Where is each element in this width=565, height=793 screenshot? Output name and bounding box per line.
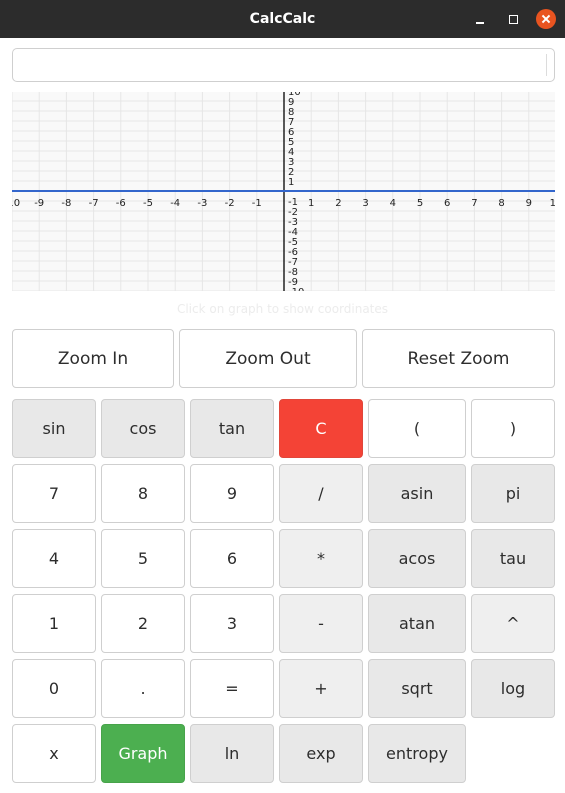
x-tick-label: 3 [362, 198, 368, 209]
graph-hint: Click on graph to show coordinates [176, 302, 389, 316]
asin-button[interactable]: asin [368, 464, 466, 523]
x-tick-label: -1 [252, 198, 262, 209]
power-button[interactable]: ^ [471, 594, 555, 653]
x-tick-label: -5 [143, 198, 153, 209]
x-tick-label: -3 [197, 198, 207, 209]
graph-button[interactable]: Graph [101, 724, 185, 783]
x-tick-label: -6 [116, 198, 126, 209]
close-icon[interactable] [536, 9, 556, 29]
minus-button[interactable]: - [279, 594, 363, 653]
zoom-in-button[interactable]: Zoom In [12, 329, 174, 388]
divide-button[interactable]: / [279, 464, 363, 523]
digit-2-button[interactable]: 2 [101, 594, 185, 653]
x-tick-label: 9 [526, 198, 532, 209]
graph-canvas[interactable]: -10-9-8-7-6-5-4-3-2-11234567891010987654… [12, 92, 555, 291]
x-tick-label: 8 [498, 198, 504, 209]
y-tick-label: -10 [288, 287, 304, 291]
sqrt-button[interactable]: sqrt [368, 659, 466, 718]
entropy-button[interactable]: entropy [368, 724, 466, 783]
maximize-icon[interactable] [503, 9, 523, 29]
x-tick-label: -9 [34, 198, 44, 209]
multiply-button[interactable]: * [279, 529, 363, 588]
zoom-out-button[interactable]: Zoom Out [179, 329, 357, 388]
atan-button[interactable]: atan [368, 594, 466, 653]
equals-button[interactable]: = [190, 659, 274, 718]
clear-button[interactable]: C [279, 399, 363, 458]
cos-button[interactable]: cos [101, 399, 185, 458]
y-tick-label: 1 [288, 177, 294, 188]
log-button[interactable]: log [471, 659, 555, 718]
x-tick-label: -2 [225, 198, 235, 209]
x-tick-label: 4 [390, 198, 396, 209]
tau-button[interactable]: tau [471, 529, 555, 588]
sin-button[interactable]: sin [12, 399, 96, 458]
x-tick-label: 5 [417, 198, 423, 209]
x-tick-label: -8 [61, 198, 71, 209]
reset-zoom-button[interactable]: Reset Zoom [362, 329, 555, 388]
x-tick-label: -7 [89, 198, 99, 209]
x-tick-label: -4 [170, 198, 180, 209]
x-tick-label: 10 [550, 198, 555, 209]
variable-x-button[interactable]: x [12, 724, 96, 783]
tan-button[interactable]: tan [190, 399, 274, 458]
digit-3-button[interactable]: 3 [190, 594, 274, 653]
digit-0-button[interactable]: 0 [12, 659, 96, 718]
digit-9-button[interactable]: 9 [190, 464, 274, 523]
digit-6-button[interactable]: 6 [190, 529, 274, 588]
x-tick-label: -10 [12, 198, 20, 209]
x-tick-label: 2 [335, 198, 341, 209]
left-paren-button[interactable]: ( [368, 399, 466, 458]
x-tick-label: 1 [308, 198, 314, 209]
minimize-icon[interactable] [470, 9, 490, 29]
digit-4-button[interactable]: 4 [12, 529, 96, 588]
graph-svg[interactable]: -10-9-8-7-6-5-4-3-2-11234567891010987654… [12, 92, 555, 291]
exp-button[interactable]: exp [279, 724, 363, 783]
plus-button[interactable]: + [279, 659, 363, 718]
digit-1-button[interactable]: 1 [12, 594, 96, 653]
acos-button[interactable]: acos [368, 529, 466, 588]
digit-8-button[interactable]: 8 [101, 464, 185, 523]
decimal-point-button[interactable]: . [101, 659, 185, 718]
digit-7-button[interactable]: 7 [12, 464, 96, 523]
x-tick-label: 7 [471, 198, 477, 209]
x-tick-label: 6 [444, 198, 450, 209]
expression-input[interactable] [12, 48, 555, 82]
ln-button[interactable]: ln [190, 724, 274, 783]
title-bar: CalcCalc [0, 0, 565, 38]
pi-button[interactable]: pi [471, 464, 555, 523]
digit-5-button[interactable]: 5 [101, 529, 185, 588]
right-paren-button[interactable]: ) [471, 399, 555, 458]
